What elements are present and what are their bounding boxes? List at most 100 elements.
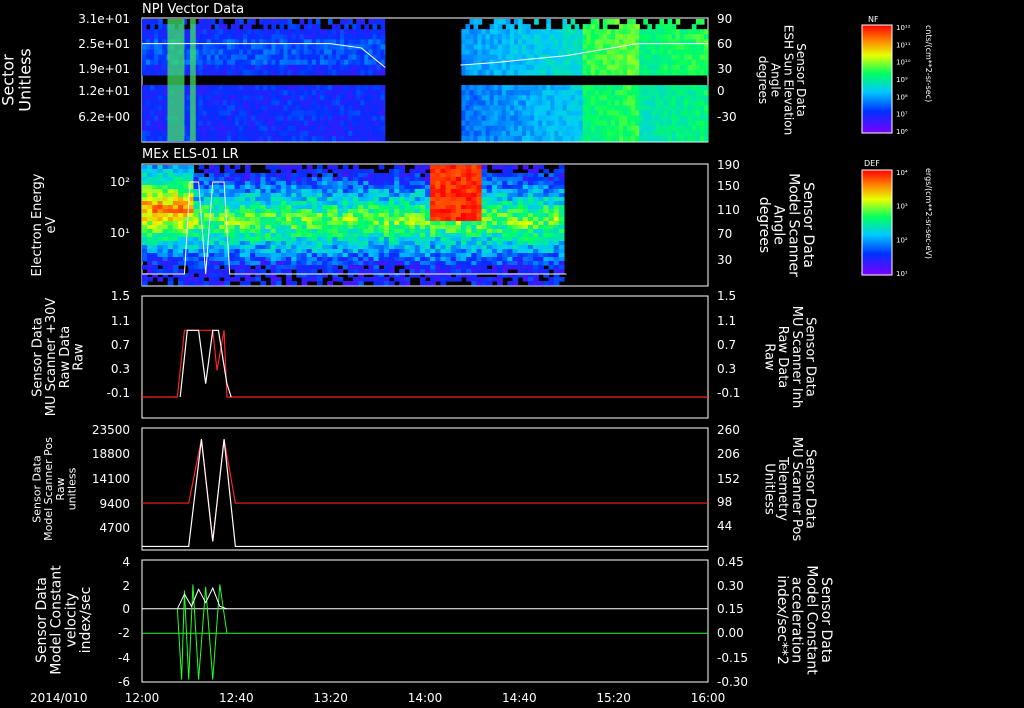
p2-cell: [306, 261, 313, 266]
p1-cell: [695, 49, 701, 56]
p2-cell: [373, 277, 380, 282]
p2-cell: [193, 217, 200, 222]
p1-cell: [263, 44, 268, 51]
p2-cell: [461, 269, 467, 274]
p1-cell: [578, 105, 584, 112]
p1-cell: [598, 85, 604, 91]
p1-cell: [234, 95, 240, 101]
p2-cell: [296, 233, 303, 238]
p2-cell: [239, 197, 246, 202]
p1-cell: [538, 54, 543, 61]
p2-cell: [280, 185, 287, 190]
p1-cell: [590, 24, 596, 30]
p2-cell: [255, 177, 261, 182]
panel2-right-ticks: 190 150 110 70 30: [717, 158, 740, 267]
cbar1-ticks: 10¹²10¹¹10¹⁰10⁹10⁸10⁷10⁶: [896, 24, 911, 136]
p2-cell: [250, 197, 256, 202]
p1-cell: [570, 19, 576, 25]
p2-cell: [291, 189, 297, 194]
p2-cell: [327, 209, 333, 214]
p2-cell: [142, 277, 148, 282]
p2-cell: [363, 173, 369, 178]
p2-cell: [265, 225, 272, 230]
p1-cell: [530, 85, 535, 91]
p1-cell: [538, 59, 543, 66]
p1-cell: [473, 29, 479, 35]
p2-cell: [347, 197, 354, 202]
p2-cell: [358, 237, 364, 242]
p1-cell: [327, 135, 333, 142]
p1-cell: [206, 69, 212, 76]
p1-cell: [259, 100, 264, 107]
p1-cell: [582, 64, 588, 71]
p1-cell: [610, 59, 616, 66]
p2-cell: [239, 281, 246, 286]
p2-cell: [275, 189, 282, 194]
p2-cell: [291, 217, 297, 222]
p2-cell: [414, 173, 421, 178]
p2-cell: [342, 265, 349, 270]
p1-cell: [473, 125, 479, 132]
p2-cell: [383, 177, 390, 182]
p1-cell: [299, 54, 305, 61]
p2-cell: [301, 185, 308, 190]
p1-cell: [206, 110, 212, 117]
p2-cell: [301, 261, 308, 266]
p1-cell: [497, 120, 503, 127]
p1-cell: [465, 69, 471, 76]
p2-cell: [167, 241, 174, 246]
p2-cell: [491, 165, 498, 170]
p1-cell: [546, 49, 551, 56]
p1-cell: [251, 120, 256, 127]
p1-cell: [259, 85, 264, 91]
p1-cell: [651, 44, 657, 51]
p2-cell: [425, 257, 431, 262]
p2-cell: [342, 225, 349, 230]
p1-cell: [558, 120, 564, 127]
p1-cell: [295, 110, 301, 117]
p1-cell: [594, 115, 600, 122]
p1-cell: [279, 54, 285, 61]
p2-cell: [239, 225, 246, 230]
p2-cell: [450, 265, 457, 270]
p1-cell: [534, 39, 539, 46]
p1-cell: [647, 24, 652, 30]
p2-cell: [332, 233, 339, 238]
p1-cell: [651, 130, 657, 137]
p2-cell: [239, 245, 246, 250]
p1-cell: [570, 44, 576, 51]
p1-cell: [344, 130, 349, 137]
p2-cell: [476, 233, 483, 238]
p1-cell: [210, 69, 216, 76]
p1-cell: [619, 105, 624, 112]
p1-cell: [558, 64, 564, 71]
p1-cell: [627, 34, 632, 40]
p1-cell: [703, 54, 709, 61]
p3-rlabel-line-3: Raw: [762, 343, 777, 371]
p2-cell: [188, 237, 195, 242]
p1-cell: [162, 115, 167, 122]
p1-cell: [602, 19, 608, 25]
p1-cell: [299, 59, 305, 66]
p2-cell: [352, 181, 359, 186]
p2-cell: [558, 213, 565, 218]
p1-cell: [517, 100, 523, 107]
p2-cell: [527, 281, 534, 286]
p2-cell: [358, 233, 364, 238]
p2-cell: [224, 277, 231, 282]
p1-cell: [594, 90, 600, 96]
p2-cell: [394, 217, 400, 222]
p1-cell: [376, 90, 382, 96]
p2-cell: [270, 165, 277, 170]
p2-cell: [553, 177, 560, 182]
p1-cell: [473, 34, 479, 40]
p2-cell: [270, 213, 277, 218]
p2-cell: [471, 261, 478, 266]
p1-cell: [497, 115, 503, 122]
p1-cell: [279, 69, 285, 76]
p1-cell: [340, 100, 345, 107]
p2-cell: [265, 213, 272, 218]
p1-cell: [517, 120, 523, 127]
p1-cell: [570, 95, 576, 101]
p1-cell: [639, 105, 644, 112]
